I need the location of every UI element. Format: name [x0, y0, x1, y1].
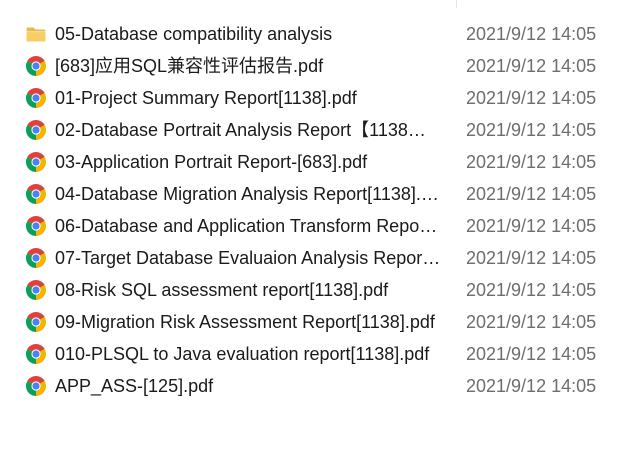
file-modified-date: 2021/9/12 14:05 — [466, 344, 597, 364]
chrome-pdf-icon — [26, 280, 46, 300]
chrome-pdf-icon — [26, 88, 46, 108]
file-row[interactable]: 08-Risk SQL assessment report[1138].pdf 2… — [0, 274, 638, 306]
file-row[interactable]: 03-Application Portrait Report-[683].pdf… — [0, 146, 638, 178]
file-name: [683]应用SQL兼容性评估报告.pdf — [55, 56, 324, 76]
folder-icon — [26, 24, 46, 44]
file-name: 04-Database Migration Analysis Report[11… — [55, 184, 442, 204]
chrome-pdf-icon — [26, 312, 46, 332]
file-name: 010-PLSQL to Java evaluation report[1138… — [55, 344, 430, 364]
column-divider — [456, 0, 457, 8]
file-modified-date: 2021/9/12 14:05 — [466, 216, 597, 236]
file-list: 05-Database compatibility analysis 2021/9… — [0, 18, 638, 402]
file-name: 09-Migration Risk Assessment Report[1138… — [55, 312, 435, 332]
file-modified-date: 2021/9/12 14:05 — [466, 312, 597, 332]
file-modified-date: 2021/9/12 14:05 — [466, 56, 597, 76]
chrome-pdf-icon — [26, 248, 46, 268]
file-name: APP_ASS-[125].pdf — [55, 376, 214, 396]
file-modified-date: 2021/9/12 14:05 — [466, 24, 597, 44]
file-row[interactable]: 09-Migration Risk Assessment Report[1138… — [0, 306, 638, 338]
file-name: 08-Risk SQL assessment report[1138].pdf — [55, 280, 389, 300]
file-row[interactable]: [683]应用SQL兼容性评估报告.pdf 2021/9/12 14:05 — [0, 50, 638, 82]
file-name: 01-Project Summary Report[1138].pdf — [55, 88, 357, 108]
chrome-pdf-icon — [26, 344, 46, 364]
file-row[interactable]: 01-Project Summary Report[1138].pdf 2021/… — [0, 82, 638, 114]
file-name: 05-Database compatibility analysis — [55, 24, 333, 44]
file-modified-date: 2021/9/12 14:05 — [466, 120, 597, 140]
chrome-pdf-icon — [26, 184, 46, 204]
file-row[interactable]: APP_ASS-[125].pdf 2021/9/12 14:05 — [0, 370, 638, 402]
file-row[interactable]: 07-Target Database Evaluaion Analysis Re… — [0, 242, 638, 274]
chrome-pdf-icon — [26, 216, 46, 236]
file-modified-date: 2021/9/12 14:05 — [466, 280, 597, 300]
file-modified-date: 2021/9/12 14:05 — [466, 184, 597, 204]
file-name: 06-Database and Application Transform Re… — [55, 216, 442, 236]
file-name: 07-Target Database Evaluaion Analysis Re… — [55, 248, 442, 268]
file-modified-date: 2021/9/12 14:05 — [466, 152, 597, 172]
file-modified-date: 2021/9/12 14:05 — [466, 376, 597, 396]
file-name: 03-Application Portrait Report-[683].pdf — [55, 152, 368, 172]
file-modified-date: 2021/9/12 14:05 — [466, 248, 597, 268]
file-row[interactable]: 06-Database and Application Transform Re… — [0, 210, 638, 242]
chrome-pdf-icon — [26, 376, 46, 396]
chrome-pdf-icon — [26, 56, 46, 76]
file-row[interactable]: 05-Database compatibility analysis 2021/9… — [0, 18, 638, 50]
file-row[interactable]: 04-Database Migration Analysis Report[11… — [0, 178, 638, 210]
file-modified-date: 2021/9/12 14:05 — [466, 88, 597, 108]
file-row[interactable]: 010-PLSQL to Java evaluation report[1138… — [0, 338, 638, 370]
file-name: 02-Database Portrait Analysis Report【113… — [55, 120, 442, 140]
chrome-pdf-icon — [26, 120, 46, 140]
chrome-pdf-icon — [26, 152, 46, 172]
file-row[interactable]: 02-Database Portrait Analysis Report【113… — [0, 114, 638, 146]
